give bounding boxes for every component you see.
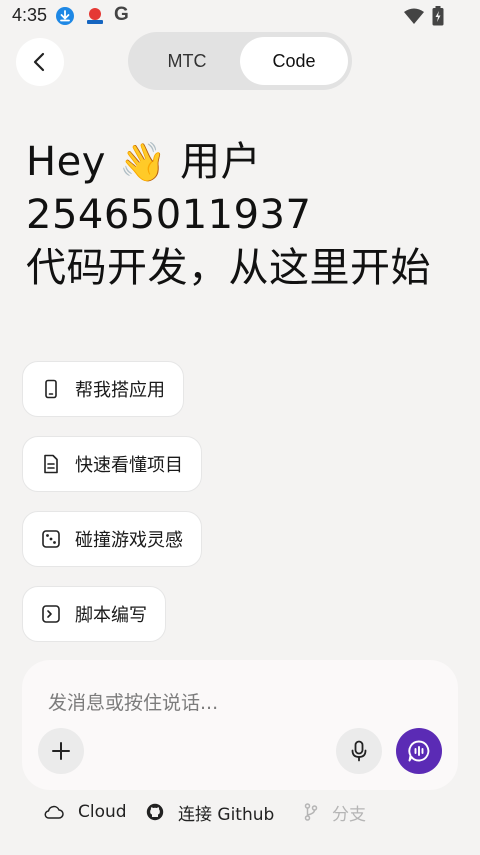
suggestion-build-app[interactable]: 帮我搭应用 — [22, 361, 184, 417]
dice-icon — [42, 530, 60, 548]
suggestion-label: 脚本编写 — [75, 605, 147, 626]
greeting: Hey 👋 用户 25465011937 代码开发，从这里开始 — [26, 136, 466, 295]
suggestion-label: 碰撞游戏灵感 — [75, 530, 183, 551]
greeting-line-1: Hey 👋 用户 — [26, 136, 466, 189]
page: 4:35 G MTC Code Hey 👋 用户 25465011937 代码开… — [0, 0, 480, 855]
voice-chat-button[interactable] — [396, 728, 442, 774]
status-bar: 4:35 G — [0, 0, 480, 32]
branch-button[interactable]: 分支 — [304, 796, 366, 828]
add-button[interactable] — [38, 728, 84, 774]
message-composer: 发消息或按住说话... — [22, 660, 458, 790]
mode-toggle: MTC Code — [128, 32, 352, 90]
suggestion-script-writing[interactable]: 脚本编写 — [22, 586, 166, 642]
cloud-icon — [44, 805, 64, 819]
bottom-bar: Cloud 连接 Github 分支 — [0, 796, 480, 828]
suggestion-game-ideas[interactable]: 碰撞游戏灵感 — [22, 511, 202, 567]
tab-code[interactable]: Code — [240, 37, 348, 85]
microphone-icon — [351, 740, 367, 762]
cloud-label: Cloud — [78, 802, 127, 822]
suggestion-label: 快速看懂项目 — [75, 455, 183, 476]
voice-input-button[interactable] — [336, 728, 382, 774]
greeting-user-id: 25465011937 — [26, 192, 312, 238]
document-icon — [44, 454, 58, 474]
branch-label: 分支 — [332, 804, 366, 825]
suggestion-understand-project[interactable]: 快速看懂项目 — [22, 436, 202, 492]
greeting-name-prefix: 用户 — [180, 139, 262, 185]
github-icon — [146, 803, 164, 821]
tab-mtc[interactable]: MTC — [133, 37, 241, 85]
message-input[interactable]: 发消息或按住说话... — [48, 688, 218, 715]
phone-icon — [45, 379, 57, 399]
wifi-icon — [404, 8, 424, 24]
battery-charging-icon — [432, 6, 444, 26]
greeting-hey: Hey — [26, 139, 106, 185]
suggestion-label: 帮我搭应用 — [75, 380, 165, 401]
terminal-icon — [42, 605, 60, 623]
connect-github-button[interactable]: 连接 Github — [146, 796, 274, 828]
download-icon — [56, 7, 74, 25]
cloud-button[interactable]: Cloud — [44, 796, 127, 828]
git-branch-icon — [304, 803, 318, 821]
greeting-subtitle: 代码开发，从这里开始 — [26, 245, 431, 291]
chevron-left-icon — [33, 52, 45, 72]
google-icon: G — [114, 4, 129, 25]
waving-hand-emoji: 👋 — [119, 140, 167, 184]
github-label: 连接 Github — [178, 804, 275, 825]
app-notification-icon — [87, 8, 103, 24]
plus-icon — [52, 742, 70, 760]
back-button[interactable] — [16, 38, 64, 86]
status-time: 4:35 — [12, 5, 48, 25]
voice-chat-icon — [408, 740, 430, 762]
